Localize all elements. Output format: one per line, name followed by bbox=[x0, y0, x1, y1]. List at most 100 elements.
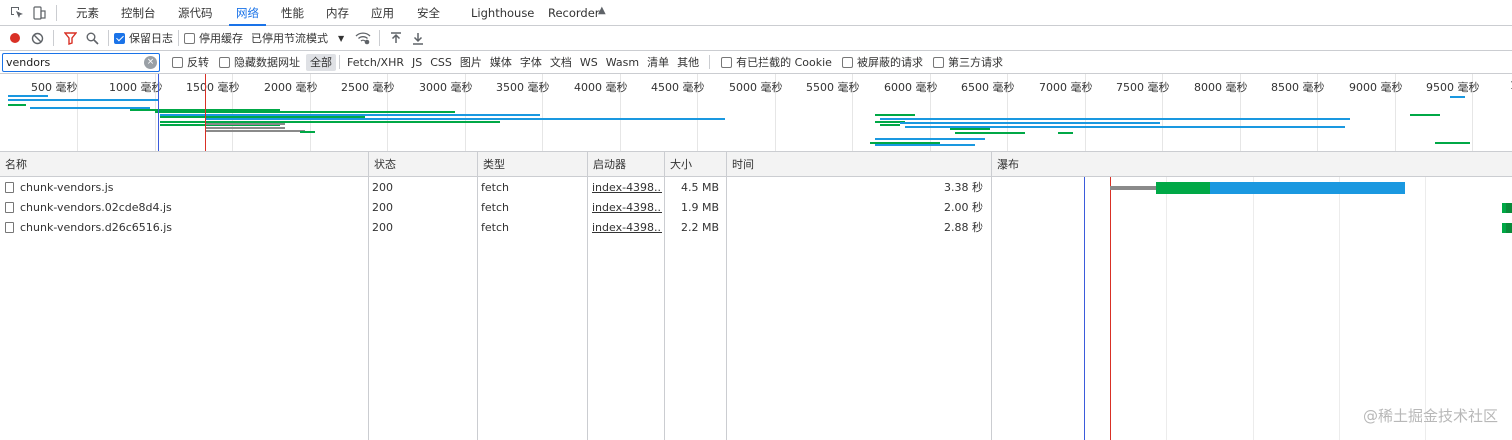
disable-cache-check[interactable] bbox=[184, 32, 195, 44]
filter-icon[interactable] bbox=[59, 27, 81, 49]
col-header-status[interactable]: 状态 bbox=[369, 152, 396, 177]
blocked-requests-check[interactable] bbox=[841, 56, 853, 68]
filter-type-10[interactable]: 清单 bbox=[643, 54, 673, 71]
tab-item-8[interactable]: Lighthouse bbox=[460, 0, 545, 26]
chevron-down-icon: ▼ bbox=[338, 33, 345, 43]
file-icon bbox=[5, 182, 14, 193]
timeline-overview[interactable]: 500 毫秒 1000 毫秒 1500 毫秒 2000 毫秒 2500 毫秒 3000 毫… bbox=[0, 74, 1512, 152]
throttling-select[interactable]: 已停用节流模式 ▼ bbox=[251, 30, 344, 46]
blocked-cookies-checkbox[interactable]: 有已拦截的 Cookie bbox=[721, 54, 832, 70]
preserve-log-label: 保留日志 bbox=[129, 32, 173, 45]
preserve-log-check[interactable] bbox=[114, 32, 125, 44]
clear-filter-icon[interactable]: × bbox=[144, 55, 157, 69]
devtools-tab-bar: 元素 控制台 源代码 网络 性能 内存 应用 安全 Lighthouse Recorder ▲ bbox=[0, 0, 1512, 26]
blocked-cookies-check[interactable] bbox=[721, 56, 733, 68]
filter-input[interactable] bbox=[3, 53, 143, 71]
invert-label: 反转 bbox=[187, 56, 209, 69]
overview-request-bar bbox=[205, 127, 285, 129]
col-header-type[interactable]: 类型 bbox=[478, 152, 505, 177]
tab-item-6[interactable]: 应用 bbox=[360, 0, 405, 26]
hide-data-urls-checkbox[interactable]: 隐藏数据网址 bbox=[219, 54, 300, 70]
cell-initiator[interactable]: index-4398... bbox=[592, 198, 662, 218]
request-name: chunk-vendors.js bbox=[20, 181, 114, 194]
invert-check[interactable] bbox=[172, 56, 183, 68]
overview-tick-label: 5500 毫秒 bbox=[806, 81, 860, 94]
overview-request-bar bbox=[205, 123, 285, 125]
tab-item-7[interactable]: 安全 bbox=[406, 0, 451, 26]
filter-type-4[interactable]: 图片 bbox=[456, 54, 486, 71]
recorder-flask-icon: ▲ bbox=[598, 5, 606, 16]
tab-item-1[interactable]: 控制台 bbox=[110, 0, 167, 26]
toolbar-divider bbox=[379, 30, 381, 46]
third-party-check[interactable] bbox=[932, 56, 944, 68]
cell-time: 2.88 秒 bbox=[944, 221, 983, 234]
col-header-initiator[interactable]: 启动器 bbox=[588, 152, 626, 177]
col-header-size[interactable]: 大小 bbox=[665, 152, 692, 177]
waterfall-bar[interactable] bbox=[1156, 182, 1210, 194]
overview-request-bar bbox=[875, 138, 985, 140]
cell-size: 1.9 MB bbox=[680, 201, 719, 214]
request-row[interactable]: chunk-vendors.d26c6516.js 200 fetch index-4… bbox=[0, 218, 1512, 238]
tab-item-5[interactable]: 内存 bbox=[315, 0, 360, 26]
overview-tick-label: 6500 毫秒 bbox=[961, 81, 1015, 94]
request-row[interactable]: chunk-vendors.js 200 fetch index-4398... 4.5… bbox=[0, 178, 1512, 198]
tab-item-4[interactable]: 性能 bbox=[270, 0, 315, 26]
filter-type-2[interactable]: JS bbox=[408, 54, 426, 71]
cell-time: 3.38 秒 bbox=[944, 181, 983, 194]
record-button[interactable] bbox=[4, 27, 26, 49]
cell-initiator[interactable]: index-4398... bbox=[592, 218, 662, 238]
filter-type-1[interactable]: Fetch/XHR bbox=[343, 54, 408, 71]
overview-request-bar bbox=[155, 111, 455, 113]
filter-type-3[interactable]: CSS bbox=[426, 54, 456, 71]
col-header-name[interactable]: 名称 bbox=[0, 152, 27, 177]
device-toolbar-icon[interactable] bbox=[28, 2, 50, 24]
blocked-requests-checkbox[interactable]: 被屏蔽的请求 bbox=[841, 54, 923, 70]
filter-type-6[interactable]: 字体 bbox=[516, 54, 546, 71]
cell-status: 200 bbox=[372, 221, 393, 234]
overview-tick-label: 5000 毫秒 bbox=[729, 81, 783, 94]
filter-type-11[interactable]: 其他 bbox=[673, 54, 703, 71]
cell-status: 200 bbox=[372, 181, 393, 194]
cell-status: 200 bbox=[372, 201, 393, 214]
waterfall-bar[interactable] bbox=[1210, 182, 1405, 194]
waterfall-bar[interactable] bbox=[1506, 203, 1512, 213]
overview-tick-label: 4500 毫秒 bbox=[651, 81, 705, 94]
col-header-time[interactable]: 时间 bbox=[727, 152, 754, 177]
hide-data-urls-label: 隐藏数据网址 bbox=[234, 56, 300, 69]
tab-item-2[interactable]: 源代码 bbox=[167, 0, 224, 26]
filter-type-5[interactable]: 媒体 bbox=[486, 54, 516, 71]
filter-input-box[interactable]: × bbox=[2, 52, 160, 72]
inspect-element-icon[interactable] bbox=[6, 2, 28, 24]
filter-type-9[interactable]: Wasm bbox=[602, 54, 643, 71]
waterfall-bar[interactable] bbox=[1110, 186, 1156, 190]
overview-tick-label: 2500 毫秒 bbox=[341, 81, 395, 94]
cell-initiator[interactable]: index-4398... bbox=[592, 178, 662, 198]
resource-type-filters: 全部 Fetch/XHR JS CSS 图片 媒体 字体 文档 WS Wasm 清单 其他 bbox=[306, 53, 703, 71]
import-har-icon[interactable] bbox=[385, 27, 407, 49]
file-icon bbox=[5, 222, 14, 233]
filter-type-0[interactable]: 全部 bbox=[306, 53, 336, 71]
overview-request-bar bbox=[880, 118, 1350, 120]
overview-request-bar bbox=[300, 131, 315, 133]
preserve-log-checkbox[interactable]: 保留日志 bbox=[114, 30, 173, 46]
overview-request-bar bbox=[950, 128, 990, 130]
third-party-checkbox[interactable]: 第三方请求 bbox=[932, 54, 1003, 70]
clear-button[interactable] bbox=[26, 27, 48, 49]
filter-type-7[interactable]: 文档 bbox=[546, 54, 576, 71]
throttling-label: 已停用节流模式 bbox=[251, 32, 328, 45]
disable-cache-checkbox[interactable]: 停用缓存 bbox=[184, 30, 243, 46]
col-header-waterfall[interactable]: 瀑布 bbox=[992, 152, 1019, 177]
tab-item-3[interactable]: 网络 bbox=[225, 0, 270, 26]
search-icon[interactable] bbox=[81, 27, 103, 49]
waterfall-bar[interactable] bbox=[1506, 223, 1512, 233]
export-har-icon[interactable] bbox=[407, 27, 429, 49]
filter-type-8[interactable]: WS bbox=[576, 54, 602, 71]
request-row[interactable]: chunk-vendors.02cde8d4.js 200 fetch index-4… bbox=[0, 198, 1512, 218]
invert-checkbox[interactable]: 反转 bbox=[172, 54, 209, 70]
overview-request-bar bbox=[1435, 142, 1470, 144]
hide-data-urls-check[interactable] bbox=[219, 56, 230, 68]
overview-tick-label: 9000 毫秒 bbox=[1349, 81, 1403, 94]
tab-item-0[interactable]: 元素 bbox=[65, 0, 110, 26]
network-conditions-icon[interactable] bbox=[352, 27, 374, 49]
overview-tick-label: 6000 毫秒 bbox=[884, 81, 938, 94]
